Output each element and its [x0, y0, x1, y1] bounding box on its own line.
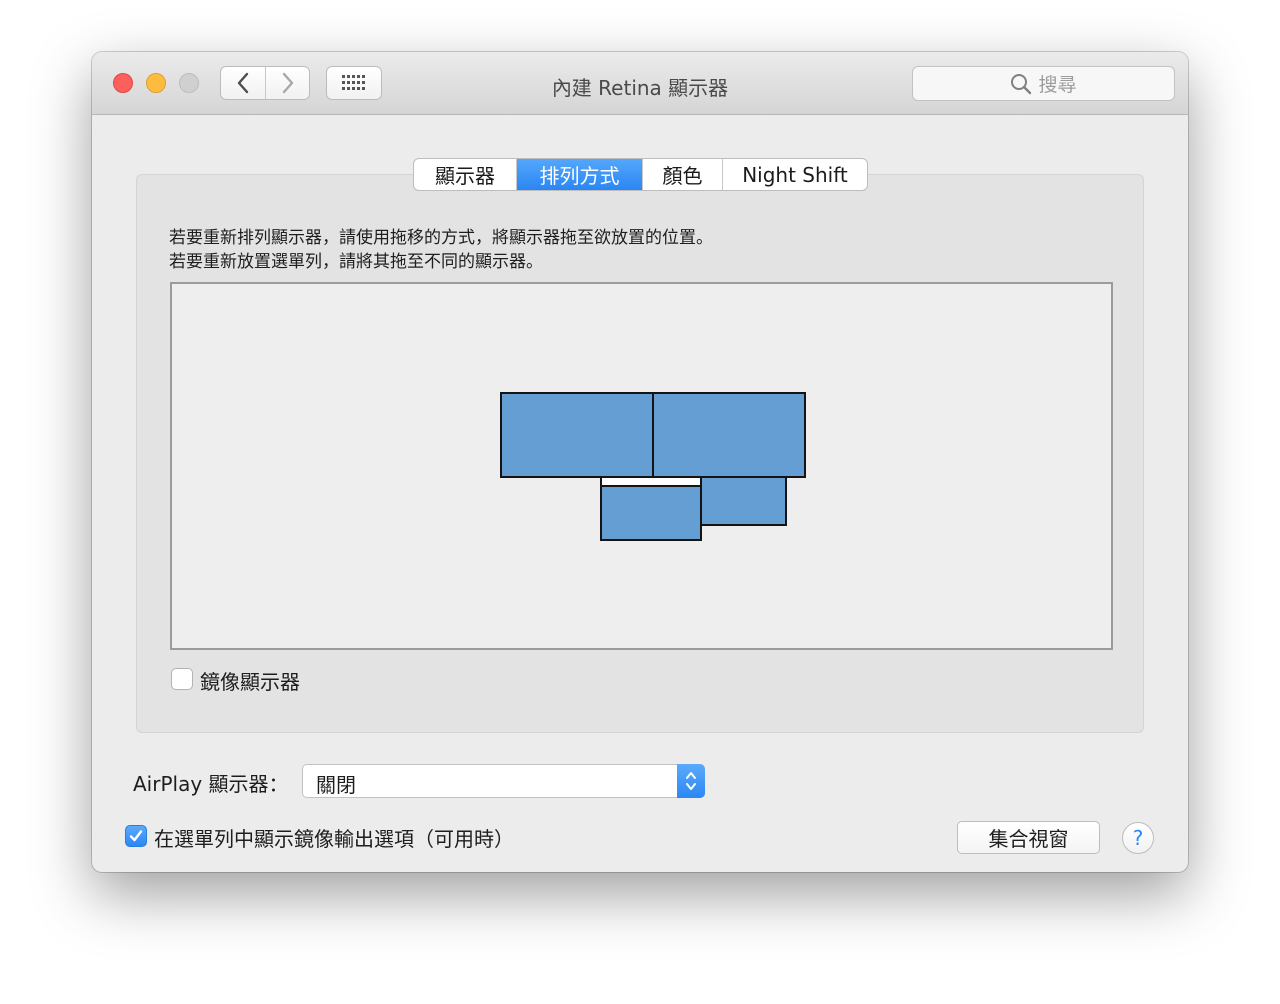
tab-night-shift[interactable]: Night Shift	[723, 159, 867, 190]
mirror-displays-checkbox[interactable]	[171, 668, 193, 690]
display-top-right[interactable]	[652, 392, 806, 478]
display-top-left[interactable]	[500, 392, 654, 478]
instruction-line-2: 若要重新放置選單列，請將其拖至不同的顯示器。	[169, 252, 543, 272]
tab-display[interactable]: 顯示器	[414, 159, 517, 190]
tab-arrangement[interactable]: 排列方式	[517, 159, 643, 190]
search-field[interactable]: 搜尋	[912, 66, 1175, 101]
gather-windows-button[interactable]: 集合視窗	[957, 821, 1100, 854]
display-arrangement-area	[170, 282, 1113, 650]
tab-color[interactable]: 顏色	[643, 159, 723, 190]
checkmark-icon	[129, 830, 143, 842]
popup-arrows-icon	[677, 764, 705, 798]
title-bar: 內建 Retina 顯示器 搜尋	[92, 52, 1188, 115]
preferences-window: 內建 Retina 顯示器 搜尋 顯示器 排列方式 顏色 Night Shift…	[92, 52, 1188, 872]
show-mirroring-checkbox[interactable]	[125, 825, 147, 847]
menu-bar-indicator[interactable]	[602, 478, 700, 487]
instruction-line-1: 若要重新排列顯示器，請使用拖移的方式，將顯示器拖至欲放置的位置。	[169, 228, 713, 248]
arrangement-instructions: 若要重新排列顯示器，請使用拖移的方式，將顯示器拖至欲放置的位置。 若要重新放置選…	[169, 226, 713, 274]
search-placeholder: 搜尋	[1038, 74, 1077, 96]
display-bottom-right[interactable]	[700, 476, 787, 526]
show-mirroring-label: 在選單列中顯示鏡像輸出選項（可用時）	[154, 827, 514, 851]
airplay-value: 關閉	[316, 773, 356, 797]
airplay-label: AirPlay 顯示器：	[133, 772, 289, 796]
magnifier-icon	[1011, 73, 1032, 94]
mirror-displays-label: 鏡像顯示器	[200, 670, 300, 694]
help-button[interactable]: ?	[1122, 822, 1154, 854]
tab-bar: 顯示器 排列方式 顏色 Night Shift	[413, 158, 868, 191]
display-builtin-main[interactable]	[600, 476, 702, 541]
airplay-popup[interactable]: 關閉	[302, 764, 705, 798]
